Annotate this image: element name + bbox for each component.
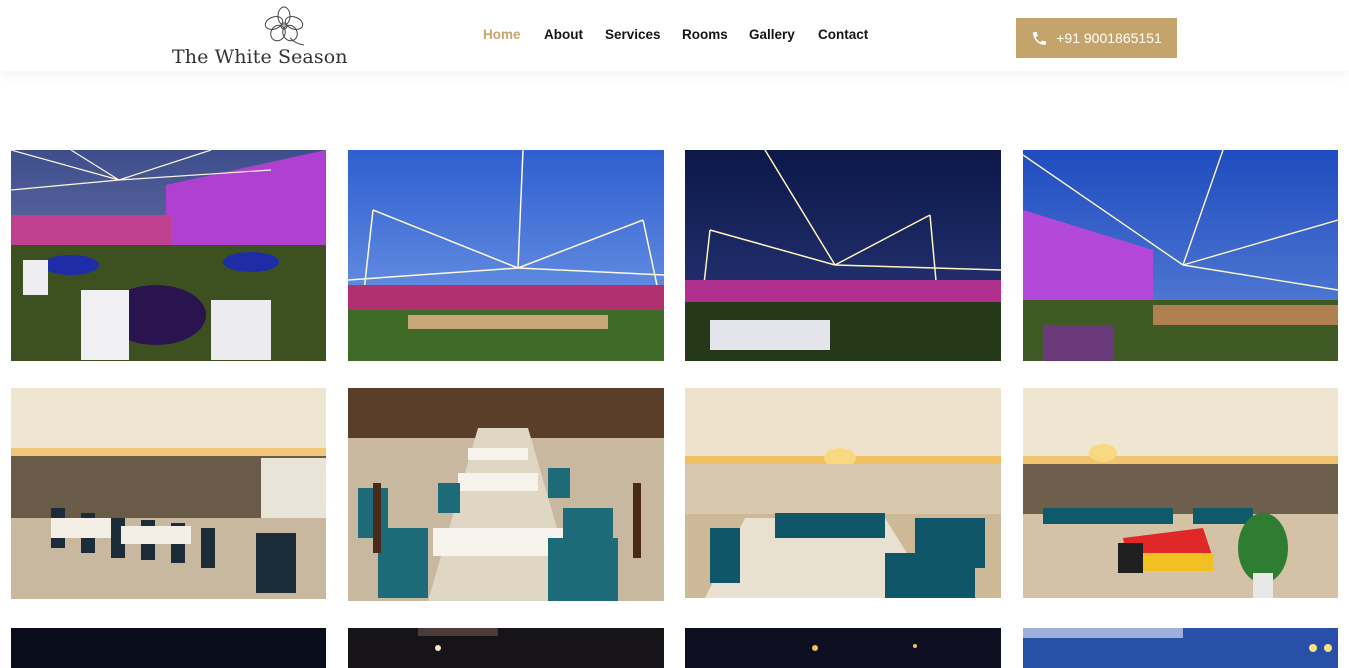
gallery-photo[interactable] [685, 388, 1001, 598]
nav-services[interactable]: Services [605, 27, 661, 42]
call-button[interactable]: +91 9001865151 [1016, 18, 1177, 58]
nav-home[interactable]: Home [483, 27, 521, 42]
phone-icon [1033, 31, 1047, 45]
gallery-photo[interactable] [11, 388, 326, 599]
gallery-photo[interactable] [348, 388, 664, 601]
nav-gallery[interactable]: Gallery [749, 27, 795, 42]
gallery-photo[interactable] [1023, 150, 1338, 361]
gallery-photo[interactable] [685, 628, 1001, 668]
nav-rooms[interactable]: Rooms [682, 27, 728, 42]
gallery-photo[interactable] [348, 628, 664, 668]
site-header: The White Season Home About Services Roo… [0, 0, 1349, 71]
gallery-photo[interactable] [685, 150, 1001, 361]
gallery-photo[interactable] [1023, 388, 1338, 598]
gallery-photo[interactable] [11, 150, 326, 361]
call-button-label: +91 9001865151 [1056, 30, 1162, 46]
gallery-photo[interactable] [11, 628, 326, 668]
brand-name: The White Season [172, 46, 348, 68]
gallery-photo[interactable] [1023, 628, 1338, 668]
nav-contact[interactable]: Contact [818, 27, 868, 42]
nav-about[interactable]: About [544, 27, 583, 42]
gallery-photo[interactable] [348, 150, 664, 361]
